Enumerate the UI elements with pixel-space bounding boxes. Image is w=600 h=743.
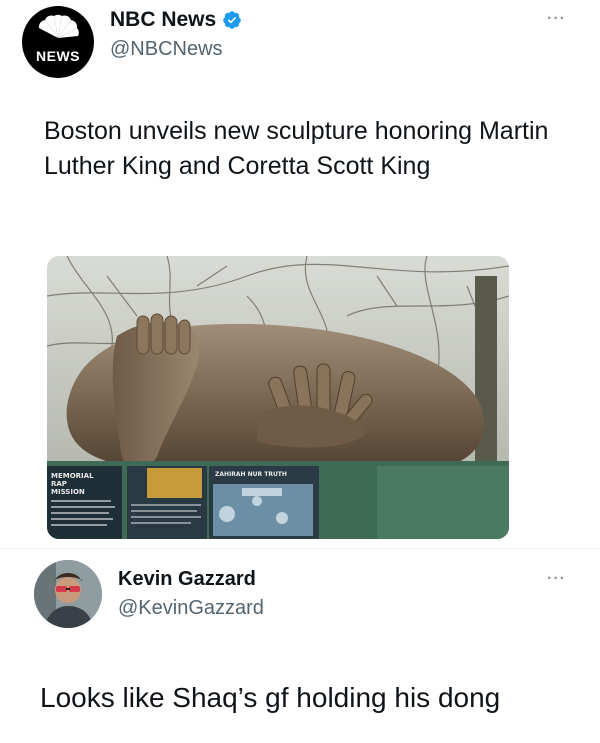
tweet-header: NEWS NBC News @NBCNews ··· [0,0,600,90]
tweet-text: Boston unveils new sculpture honoring Ma… [44,117,549,180]
author-display-name[interactable]: NBC News [110,8,216,32]
nbc-news-avatar[interactable]: NEWS [22,6,94,78]
more-options-icon[interactable]: ··· [547,10,566,28]
tweet-divider [0,548,600,549]
peacock-logo-icon [38,14,79,38]
sign-text-artist: ZAHIRAH NUR TRUTH [215,471,287,478]
sculpture-photo: MEMORIAL RAP MISSION ZAHIRAH NUR TRUTH [47,256,509,539]
avatar-label: NEWS [36,48,80,64]
reply-text: Looks like Shaq’s gf holding his dong [40,682,501,713]
profile-photo [34,560,102,628]
reply-more-options-icon[interactable]: ··· [547,570,566,588]
reply-author-name[interactable]: Kevin Gazzard [118,568,256,591]
author-name-row: NBC News [110,8,242,32]
verified-badge-icon [223,11,241,29]
sign-text-mission: MISSION [51,488,85,496]
sign-text-memorial: MEMORIAL [51,472,94,480]
author-handle[interactable]: @NBCNews [110,38,223,61]
reply-author-handle[interactable]: @KevinGazzard [118,597,264,620]
kevin-gazzard-avatar[interactable] [34,560,102,628]
tweet-media-image[interactable]: MEMORIAL RAP MISSION ZAHIRAH NUR TRUTH [47,256,509,539]
sign-text-rap: RAP [51,480,67,488]
